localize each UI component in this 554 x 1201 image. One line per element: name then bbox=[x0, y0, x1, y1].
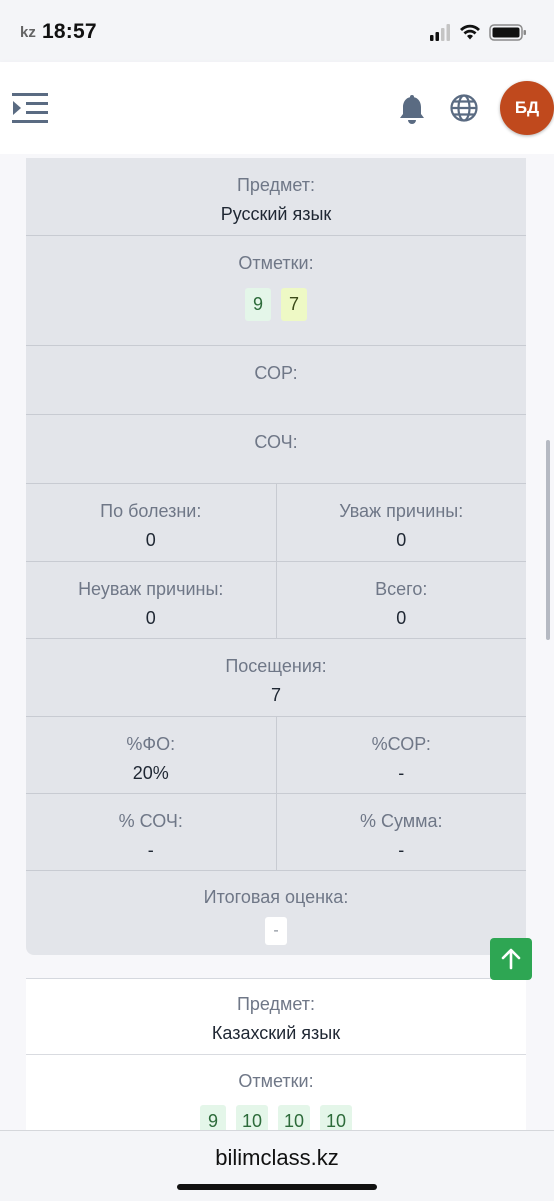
subject-row: Предмет: Русский язык bbox=[26, 158, 526, 236]
sor-percent-value: - bbox=[398, 763, 405, 783]
illness-value: 0 bbox=[145, 530, 156, 550]
subject-name: Русский язык bbox=[220, 204, 332, 224]
mark-badge[interactable]: 10 bbox=[320, 1105, 352, 1130]
watermark-logo: kz bbox=[20, 24, 36, 41]
sor-row: СОР: bbox=[26, 346, 526, 415]
mark-badge[interactable]: 9 bbox=[200, 1105, 226, 1130]
user-avatar[interactable]: БД bbox=[500, 81, 554, 135]
final-grade-row: Итоговая оценка: - bbox=[26, 871, 526, 945]
scroll-to-top-button[interactable] bbox=[490, 938, 532, 980]
soch-percent-value: - bbox=[147, 840, 154, 860]
battery-icon bbox=[489, 24, 526, 41]
illness-cell: По болезни: 0 bbox=[26, 484, 276, 561]
soch-label: СОЧ: bbox=[254, 432, 298, 452]
absence-total-row: Неуваж причины: 0 Всего: 0 bbox=[26, 562, 526, 639]
arrow-up-icon bbox=[501, 948, 521, 970]
total-label: Всего: bbox=[375, 579, 428, 599]
url-text[interactable]: bilimclass.kz bbox=[0, 1145, 554, 1171]
home-indicator[interactable] bbox=[177, 1184, 377, 1190]
attendance-label: Посещения: bbox=[225, 656, 327, 676]
subject-label: Предмет: bbox=[236, 994, 316, 1014]
sor-cell: СОР: bbox=[26, 346, 526, 414]
bell-icon[interactable] bbox=[398, 95, 426, 125]
subject-name: Казахский язык bbox=[211, 1023, 341, 1043]
browser-address-bar[interactable]: bilimclass.kz bbox=[0, 1130, 554, 1201]
marks-row: Отметки: 9 10 10 10 bbox=[26, 1055, 526, 1130]
mark-badge[interactable]: 10 bbox=[278, 1105, 310, 1130]
subject-cell: Предмет: Казахский язык bbox=[26, 979, 526, 1054]
excused-cell: Уваж причины: 0 bbox=[275, 484, 527, 561]
unexcused-value: 0 bbox=[145, 608, 156, 628]
subject-cell: Предмет: Русский язык bbox=[26, 158, 526, 235]
sum-percent-value: - bbox=[398, 840, 405, 860]
globe-icon[interactable] bbox=[449, 93, 479, 123]
soch-cell: СОЧ: bbox=[26, 415, 526, 483]
illness-label: По болезни: bbox=[100, 501, 202, 521]
sor-percent-cell: %СОР: - bbox=[275, 717, 527, 793]
excused-label: Уваж причины: bbox=[339, 501, 464, 521]
fo-cell: %ФО: 20% bbox=[26, 717, 276, 793]
wifi-icon bbox=[460, 24, 480, 40]
subject-card-russian: Предмет: Русский язык Отметки: 9 7 СОР: … bbox=[26, 158, 526, 955]
content-scroll-area[interactable]: Предмет: Русский язык Отметки: 9 7 СОР: … bbox=[0, 154, 554, 1130]
soch-row: СОЧ: bbox=[26, 415, 526, 484]
soch-percent-label: % СОЧ: bbox=[118, 811, 183, 831]
menu-indent-icon[interactable] bbox=[12, 92, 48, 124]
mark-badge[interactable]: 7 bbox=[281, 288, 307, 321]
unexcused-label: Неуваж причины: bbox=[78, 579, 224, 599]
marks-label: Отметки: bbox=[238, 1071, 314, 1091]
status-time: 18:57 bbox=[42, 20, 97, 43]
excused-value: 0 bbox=[396, 530, 407, 550]
marks-row: Отметки: 9 7 bbox=[26, 236, 526, 346]
percent-row-1: %ФО: 20% %СОР: - bbox=[26, 717, 526, 794]
total-value: 0 bbox=[396, 608, 407, 628]
marks-cell: Отметки: 9 10 10 10 bbox=[26, 1055, 526, 1130]
final-grade-cell: Итоговая оценка: - bbox=[26, 871, 526, 945]
attendance-cell: Посещения: 7 bbox=[26, 639, 526, 716]
mark-badge[interactable]: 10 bbox=[236, 1105, 268, 1130]
final-grade-label: Итоговая оценка: bbox=[203, 887, 349, 907]
status-icons bbox=[430, 24, 526, 41]
final-grade-list: - bbox=[26, 917, 526, 945]
total-cell: Всего: 0 bbox=[275, 562, 527, 638]
marks-list: 9 7 bbox=[26, 288, 526, 321]
status-bar: kz 18:57 bbox=[0, 0, 554, 62]
marks-list: 9 10 10 10 bbox=[26, 1105, 526, 1130]
cellular-signal-icon bbox=[430, 24, 450, 41]
fo-value: 20% bbox=[132, 763, 169, 783]
marks-cell: Отметки: 9 7 bbox=[26, 236, 526, 345]
unexcused-cell: Неуваж причины: 0 bbox=[26, 562, 276, 638]
absence-row: По болезни: 0 Уваж причины: 0 bbox=[26, 484, 526, 562]
subject-card-kazakh: Предмет: Казахский язык Отметки: 9 10 10… bbox=[26, 978, 526, 1130]
subject-row: Предмет: Казахский язык bbox=[26, 979, 526, 1055]
scrollbar-thumb[interactable] bbox=[546, 440, 550, 640]
attendance-row: Посещения: 7 bbox=[26, 639, 526, 717]
mark-badge[interactable]: 9 bbox=[245, 288, 271, 321]
fo-label: %ФО: bbox=[126, 734, 176, 754]
sum-percent-cell: % Сумма: - bbox=[275, 794, 527, 870]
soch-percent-cell: % СОЧ: - bbox=[26, 794, 276, 870]
final-grade-badge: - bbox=[265, 917, 287, 945]
sor-label: СОР: bbox=[254, 363, 298, 383]
percent-row-2: % СОЧ: - % Сумма: - bbox=[26, 794, 526, 871]
attendance-value: 7 bbox=[270, 685, 281, 705]
marks-label: Отметки: bbox=[238, 253, 314, 273]
sum-percent-label: % Сумма: bbox=[359, 811, 443, 831]
sor-percent-label: %СОР: bbox=[371, 734, 431, 754]
subject-label: Предмет: bbox=[236, 175, 316, 195]
app-header: БД bbox=[0, 62, 554, 154]
